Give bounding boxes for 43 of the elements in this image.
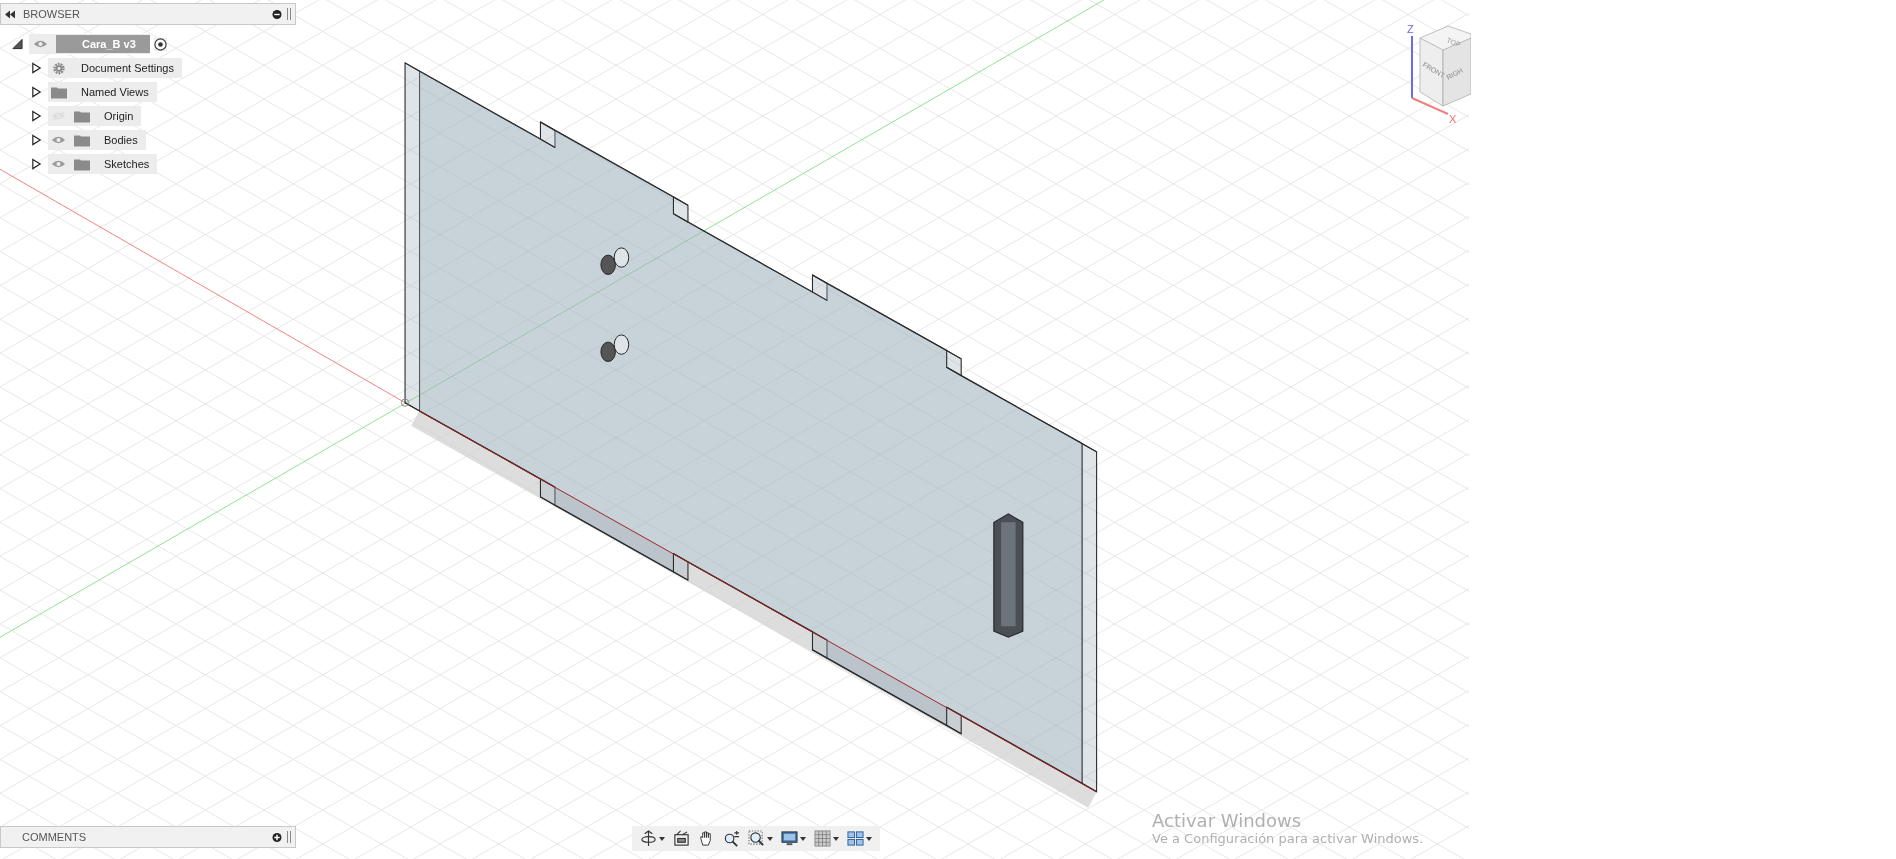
minimize-icon[interactable] (272, 9, 282, 19)
tree-item[interactable]: Named Views (48, 82, 157, 102)
active-radio-icon[interactable] (153, 37, 167, 51)
x-axis-line (1411, 97, 1449, 115)
item-label: Origin (104, 110, 134, 122)
gear-icon (51, 61, 67, 75)
z-axis-line (1411, 35, 1413, 99)
item-label: Document Settings (81, 62, 174, 74)
viewports-icon[interactable] (847, 830, 864, 847)
caret-icon[interactable] (800, 836, 806, 841)
collapse-icon[interactable] (5, 9, 15, 19)
orbit-icon[interactable] (640, 830, 657, 847)
folder-icon (74, 109, 90, 123)
axis-label: Z (1407, 23, 1414, 35)
expand-toggle-icon[interactable] (31, 134, 42, 146)
item-label: Bodies (104, 134, 138, 146)
expand-toggle-icon[interactable] (12, 38, 23, 50)
zoom-window-icon[interactable] (748, 830, 765, 847)
tree-item[interactable]: Sketches (48, 154, 158, 174)
expand-toggle-icon[interactable] (31, 86, 42, 98)
caret-icon[interactable] (659, 836, 665, 841)
expand-toggle-icon[interactable] (31, 62, 42, 74)
caret-icon[interactable] (767, 836, 773, 841)
activation-message: Ve a Configuración para activar Windows. (1152, 831, 1424, 846)
tree-item[interactable]: Document Settings (48, 58, 182, 78)
comments-title: COMMENTS (22, 831, 87, 843)
item-label: Named Views (81, 86, 149, 98)
expand-toggle-icon[interactable] (31, 158, 42, 170)
folder-icon (74, 133, 90, 147)
expand-toggle-icon[interactable] (31, 110, 42, 122)
folder-icon (74, 157, 90, 171)
caret-icon[interactable] (866, 836, 872, 841)
monitor-icon[interactable] (781, 830, 798, 847)
add-icon[interactable] (272, 832, 282, 842)
axis-label: X (1449, 113, 1457, 125)
browser-title: BROWSER (23, 8, 80, 20)
tree-item[interactable]: Bodies (48, 130, 146, 150)
component-label: Cara_B v3 (56, 35, 150, 53)
tree-item[interactable]: Origin (48, 106, 142, 126)
activation-title: Activar Windows (1152, 810, 1303, 831)
folder-icon (51, 85, 67, 99)
caret-icon[interactable] (833, 836, 839, 841)
item-label: Sketches (104, 158, 150, 170)
